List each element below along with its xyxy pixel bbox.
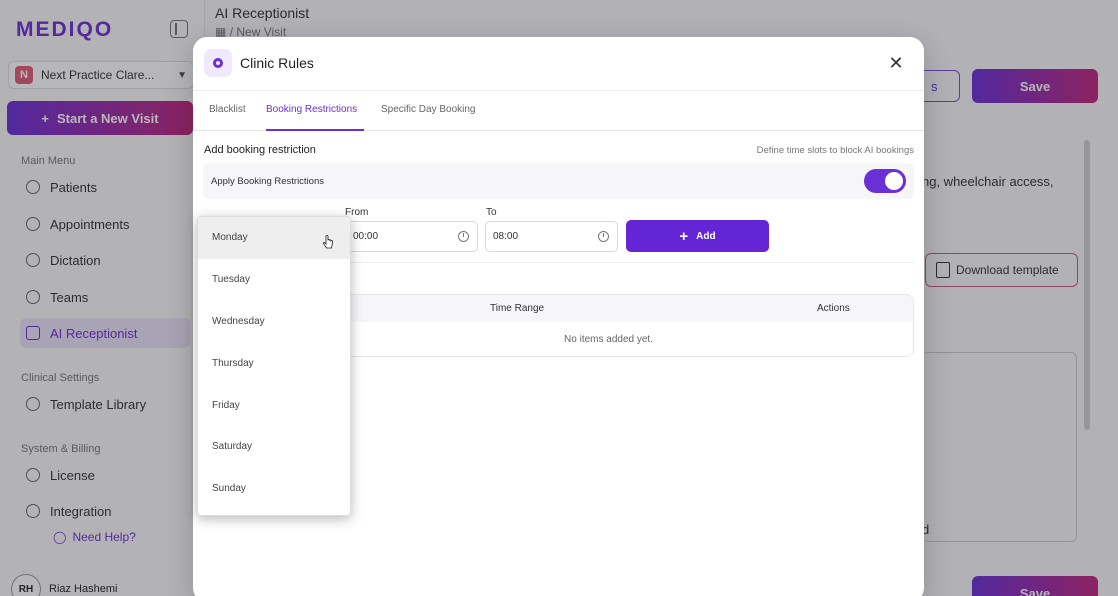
day-option-wednesday[interactable]: Wednesday [198, 301, 350, 343]
apply-restrictions-row: Apply Booking Restrictions [203, 163, 914, 199]
column-actions: Actions [817, 303, 850, 314]
column-time-range: Time Range [490, 303, 545, 314]
to-time-value: 08:00 [493, 231, 519, 242]
apply-restrictions-label: Apply Booking Restrictions [211, 176, 324, 187]
add-label: Add [696, 230, 716, 242]
modal-title: Clinic Rules [240, 55, 314, 71]
tab-blacklist[interactable]: Blacklist [209, 104, 246, 115]
day-option-thursday[interactable]: Thursday [198, 342, 350, 384]
hand-cursor-icon [322, 235, 333, 249]
plus-icon: + [679, 227, 689, 245]
day-option-friday[interactable]: Friday [198, 384, 350, 426]
tab-specific-day-booking[interactable]: Specific Day Booking [381, 104, 476, 115]
clock-icon [458, 231, 469, 242]
active-tab-indicator [266, 129, 364, 131]
modal-tabs: Blacklist Booking Restrictions Specific … [193, 91, 924, 131]
to-label: To [486, 207, 497, 218]
day-option-saturday[interactable]: Saturday [198, 426, 350, 468]
day-option-sunday[interactable]: Sunday [198, 468, 350, 510]
settings-icon [204, 49, 232, 77]
close-icon[interactable]: ✕ [887, 54, 905, 72]
to-time-input[interactable]: 08:00 [485, 221, 618, 252]
clock-icon [598, 231, 609, 242]
section-hint: Define time slots to block AI bookings [756, 145, 914, 156]
add-restriction-button[interactable]: + Add [626, 220, 769, 252]
day-dropdown-menu: Monday Tuesday Wednesday Thursday Friday… [197, 216, 351, 516]
day-option-tuesday[interactable]: Tuesday [198, 259, 350, 301]
section-title: Add booking restriction [204, 144, 316, 156]
from-time-value: 00:00 [353, 231, 379, 242]
apply-restrictions-toggle[interactable] [864, 169, 906, 193]
tab-booking-restrictions[interactable]: Booking Restrictions [266, 104, 357, 115]
from-time-input[interactable]: 00:00 [345, 221, 478, 252]
modal-header: Clinic Rules ✕ [193, 37, 924, 91]
